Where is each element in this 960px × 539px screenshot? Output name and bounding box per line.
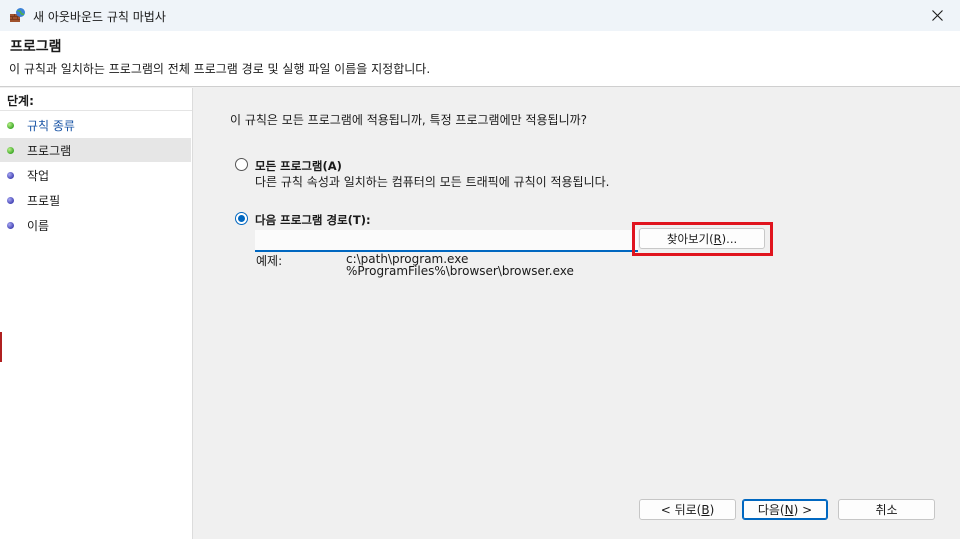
step-name: 이름 [0,213,191,237]
close-icon [931,10,943,21]
program-path-input[interactable] [255,230,638,252]
step-program[interactable]: 프로그램 [0,138,191,162]
step-pending-icon [7,171,14,179]
step-profile: 프로필 [0,188,191,212]
step-pending-icon [7,196,14,204]
title-bar: 새 아웃바운드 규칙 마법사 [0,0,960,31]
step-done-icon [7,121,14,129]
page-description: 이 규칙과 일치하는 프로그램의 전체 프로그램 경로 및 실행 파일 이름을 … [9,62,431,76]
steps-heading: 단계: [0,88,192,111]
close-button[interactable] [914,0,960,31]
step-label: 작업 [27,168,50,183]
steps-pane: 단계: 규칙 종류 프로그램 작업 프로필 이름 [0,88,193,539]
example-path-2: %ProgramFiles%\browser\browser.exe [346,264,574,278]
scope-question: 이 규칙은 모든 프로그램에 적용됩니까, 특정 프로그램에만 적용됩니까? [230,113,588,127]
page-title: 프로그램 [10,39,62,55]
step-pending-icon [7,221,14,229]
step-label: 규칙 종류 [27,118,75,133]
cancel-button[interactable]: 취소 [838,499,935,520]
back-button[interactable]: < 뒤로(B) [639,499,736,520]
program-path-label[interactable]: 다음 프로그램 경로(T): [255,212,371,228]
step-done-icon [7,146,14,154]
step-label: 프로그램 [27,143,72,158]
left-edge-accent [0,332,2,362]
program-path-radio[interactable] [235,212,248,225]
window-title: 새 아웃바운드 규칙 마법사 [33,10,166,24]
step-label: 프로필 [27,193,61,208]
browse-highlight-box: 찾아보기(R)... [632,222,773,256]
wizard-window: 새 아웃바운드 규칙 마법사 프로그램 이 규칙과 일치하는 프로그램의 전체 … [0,0,960,539]
next-button[interactable]: 다음(N) > [742,499,828,520]
all-programs-radio[interactable] [235,158,248,171]
step-rule-type[interactable]: 규칙 종류 [0,113,191,137]
main-content: 이 규칙은 모든 프로그램에 적용됩니까, 특정 프로그램에만 적용됩니까? 모… [194,88,960,539]
step-label: 이름 [27,218,50,233]
page-header: 프로그램 이 규칙과 일치하는 프로그램의 전체 프로그램 경로 및 실행 파일… [0,31,960,87]
all-programs-label[interactable]: 모든 프로그램(A) [255,158,342,174]
example-label: 예제: [256,254,283,268]
step-action: 작업 [0,163,191,187]
firewall-wizard-icon [10,8,25,22]
browse-button[interactable]: 찾아보기(R)... [639,228,765,249]
all-programs-description: 다른 규칙 속성과 일치하는 컴퓨터의 모든 트래픽에 규칙이 적용됩니다. [255,175,610,189]
